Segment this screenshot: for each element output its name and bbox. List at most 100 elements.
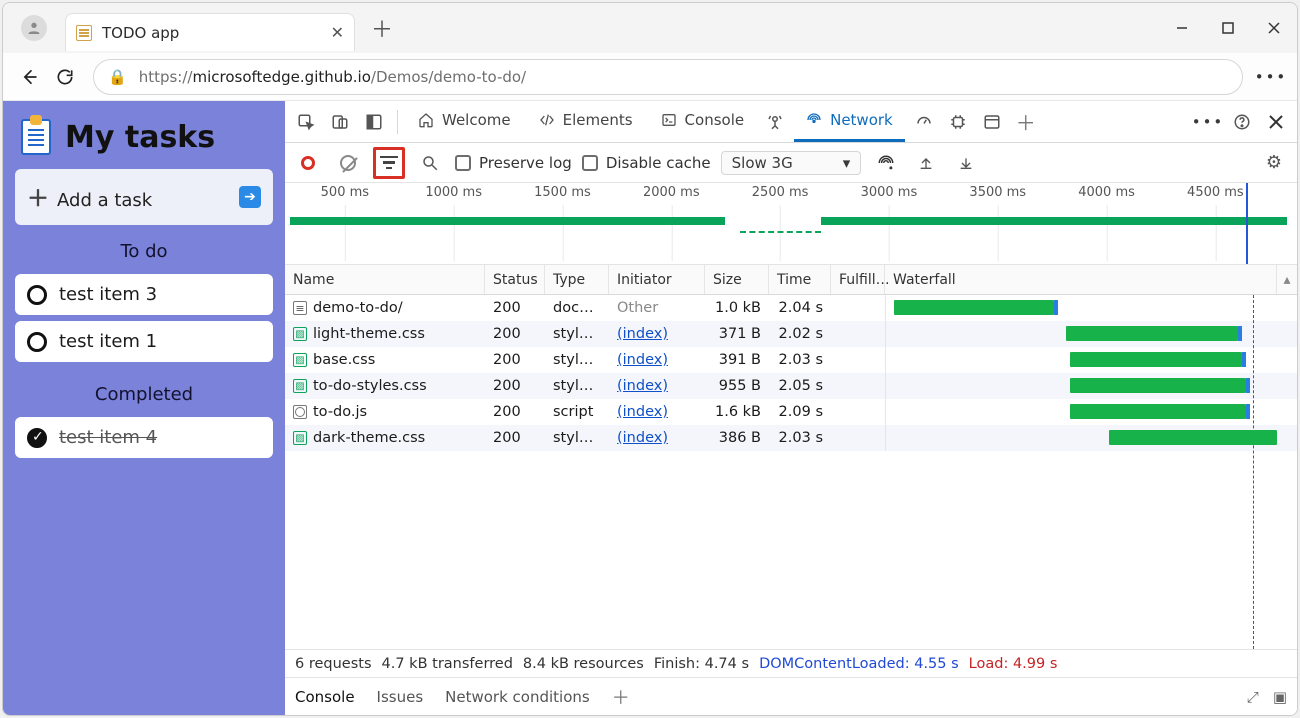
device-toolbar-button[interactable] [325,107,355,137]
inspect-element-button[interactable] [291,107,321,137]
task-item[interactable]: test item 1 [15,321,273,362]
drawer-add-tab[interactable]: ＋ [612,684,630,710]
css-icon: ▨ [293,327,307,341]
task-item-done[interactable]: test item 4 [15,417,273,458]
request-type: script [545,404,609,420]
tab-console[interactable]: Console [649,102,757,142]
devtools-close-button[interactable] [1261,107,1291,137]
devtools-more-button[interactable]: ••• [1193,107,1223,137]
todo-list: test item 3 test item 1 [15,274,273,368]
tab-elements[interactable]: Elements [527,102,645,142]
timeline-tick: 2500 ms [752,185,809,200]
drawer-tab-network-conditions[interactable]: Network conditions [445,688,590,706]
separator [397,110,398,134]
request-row[interactable]: ▨dark-theme.css200styles…(index)386 B2.0… [285,425,1297,451]
export-har-button[interactable] [951,148,981,178]
profile-avatar[interactable] [21,15,47,41]
request-size: 371 B [705,326,769,342]
drawer-tab-issues[interactable]: Issues [377,688,424,706]
task-checkbox[interactable] [27,285,47,305]
col-initiator[interactable]: Initiator [609,265,705,294]
new-tab-button[interactable]: ＋ [367,12,397,44]
tab-close-icon[interactable]: ✕ [331,23,344,42]
filter-button-highlighted[interactable] [373,147,405,179]
add-task-card[interactable]: ＋Add a task ➔ [15,169,273,225]
col-name[interactable]: Name [285,265,485,294]
task-item[interactable]: test item 3 [15,274,273,315]
network-statusbar: 6 requests 4.7 kB transferred 8.4 kB res… [285,649,1297,677]
url-scheme: https:// [139,68,193,86]
drawer-collapse-icon[interactable]: ▣ [1273,688,1287,706]
tab-network[interactable]: Network [794,102,905,142]
initiator-text: Other [617,300,658,316]
drawer-tab-console[interactable]: Console [295,688,355,706]
task-checkbox-checked[interactable] [27,428,47,448]
devtools-help-button[interactable] [1227,107,1257,137]
import-har-button[interactable] [911,148,941,178]
preserve-log-checkbox[interactable] [455,155,471,171]
browser-tab[interactable]: TODO app ✕ [65,13,355,51]
initiator-link[interactable]: (index) [617,378,668,394]
tab-welcome[interactable]: Welcome [406,102,523,142]
initiator-link[interactable]: (index) [617,326,668,342]
network-settings-button[interactable]: ⚙ [1259,148,1289,178]
task-label: test item 4 [59,427,157,448]
col-time[interactable]: Time [769,265,831,294]
status-finish: Finish: 4.74 s [654,656,749,672]
close-window-button[interactable] [1251,8,1297,48]
request-name: to-do.js [313,404,367,420]
request-row[interactable]: ▨base.css200styles…(index)391 B2.03 s [285,347,1297,373]
request-row[interactable]: demo-to-do/200docu…Other1.0 kB2.04 s [285,295,1297,321]
request-name: to-do-styles.css [313,378,427,394]
chevron-down-icon: ▾ [843,154,851,172]
lock-icon: 🔒 [108,68,127,86]
browser-menu-button[interactable]: ••• [1253,68,1289,86]
tab-memory-icon[interactable] [943,107,973,137]
clear-button[interactable] [333,148,363,178]
timeline-tick: 1500 ms [534,185,591,200]
dock-side-button[interactable] [359,107,389,137]
initiator-link[interactable]: (index) [617,404,668,420]
status-transferred: 4.7 kB transferred [382,656,513,672]
status-resources: 8.4 kB resources [523,656,644,672]
submit-task-button[interactable]: ➔ [239,186,261,208]
task-checkbox[interactable] [27,332,47,352]
waterfall-cell [885,425,1277,451]
col-type[interactable]: Type [545,265,609,294]
task-label: test item 3 [59,284,157,305]
tab-add-button[interactable]: ＋ [1011,107,1041,137]
network-conditions-button[interactable] [871,148,901,178]
window-controls [1159,8,1297,48]
network-timeline[interactable]: 500 ms1000 ms1500 ms2000 ms2500 ms3000 m… [285,183,1297,265]
waterfall-cell [885,295,1277,321]
request-status: 200 [485,404,545,420]
request-row[interactable]: to-do.js200script(index)1.6 kB2.09 s [285,399,1297,425]
col-fulfill[interactable]: Fulfill… [831,265,885,294]
col-waterfall[interactable]: Waterfall [885,265,1277,294]
clipboard-icon [21,119,51,155]
throttle-select[interactable]: Slow 3G▾ [721,151,862,175]
disable-cache-checkbox[interactable] [582,155,598,171]
request-row[interactable]: ▨light-theme.css200styles…(index)371 B2.… [285,321,1297,347]
col-sort-indicator[interactable]: ▴ [1277,265,1297,294]
col-size[interactable]: Size [705,265,769,294]
initiator-link[interactable]: (index) [617,430,668,446]
col-status[interactable]: Status [485,265,545,294]
tab-sources-icon[interactable] [760,107,790,137]
request-row[interactable]: ▨to-do-styles.css200styles…(index)955 B2… [285,373,1297,399]
record-button[interactable] [293,148,323,178]
refresh-button[interactable] [47,59,83,95]
add-task-label: Add a task [57,190,152,211]
address-bar[interactable]: 🔒 https://microsoftedge.github.io/Demos/… [93,59,1243,95]
drawer-expand-icon[interactable]: ⤢ [1247,688,1259,706]
tab-performance-icon[interactable] [909,107,939,137]
back-button[interactable] [11,59,47,95]
maximize-button[interactable] [1205,8,1251,48]
search-button[interactable] [415,148,445,178]
minimize-button[interactable] [1159,8,1205,48]
tab-application-icon[interactable] [977,107,1007,137]
initiator-link[interactable]: (index) [617,352,668,368]
table-header: Name Status Type Initiator Size Time Ful… [285,265,1297,295]
table-body[interactable]: demo-to-do/200docu…Other1.0 kB2.04 s ▨li… [285,295,1297,649]
completed-section-header: Completed [15,384,273,405]
